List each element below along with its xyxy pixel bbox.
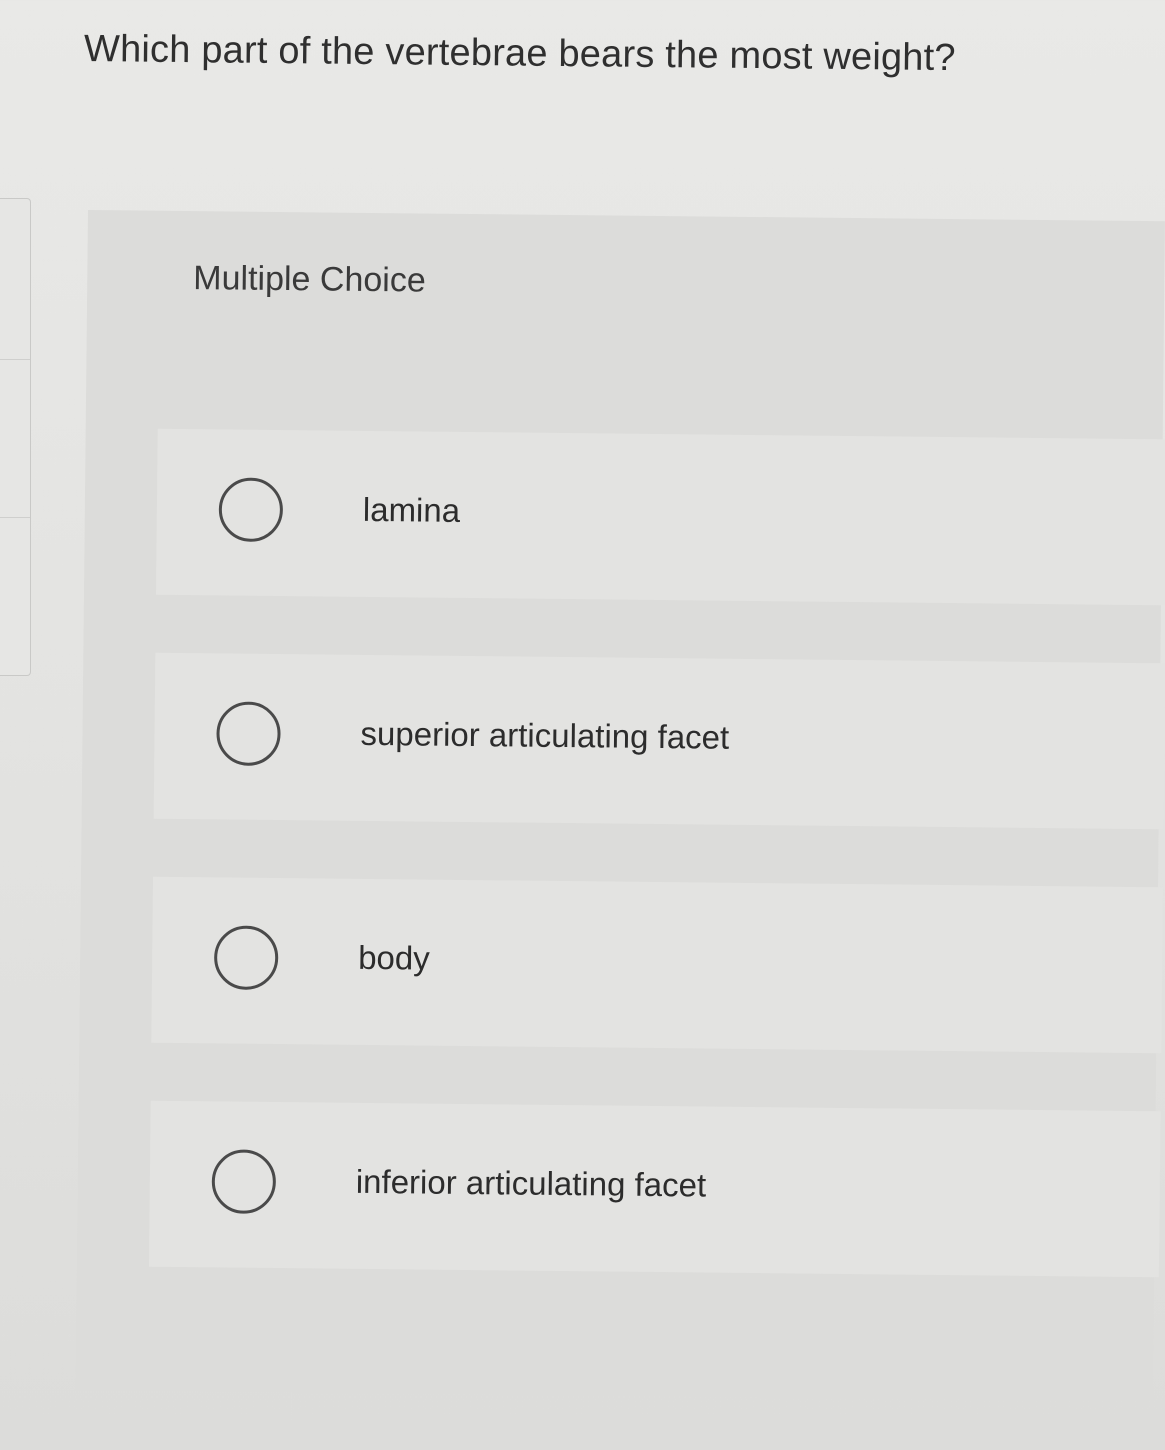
radio-button[interactable] <box>216 701 281 767</box>
option-label: body <box>357 938 430 977</box>
question-text: Which part of the vertebrae bears the mo… <box>83 28 956 80</box>
radio-button[interactable] <box>211 1149 277 1215</box>
option-label: inferior articulating facet <box>355 1162 707 1204</box>
strip-divider <box>0 517 30 518</box>
strip-divider <box>0 359 30 360</box>
option-row-body[interactable]: body <box>151 876 1163 1054</box>
option-row-inferior-articulating-facet[interactable]: inferior articulating facet <box>148 1100 1161 1278</box>
question-type-label: Multiple Choice <box>193 259 426 300</box>
option-label: lamina <box>362 490 461 529</box>
option-row-lamina[interactable]: lamina <box>155 428 1165 606</box>
option-row-superior-articulating-facet[interactable]: superior articulating facet <box>153 652 1165 830</box>
left-navigation-strip <box>0 198 31 676</box>
radio-button[interactable] <box>213 925 279 991</box>
option-label: superior articulating facet <box>360 714 730 756</box>
multiple-choice-panel: Multiple Choice lamina superior articula… <box>75 210 1165 1402</box>
radio-button[interactable] <box>218 477 284 543</box>
